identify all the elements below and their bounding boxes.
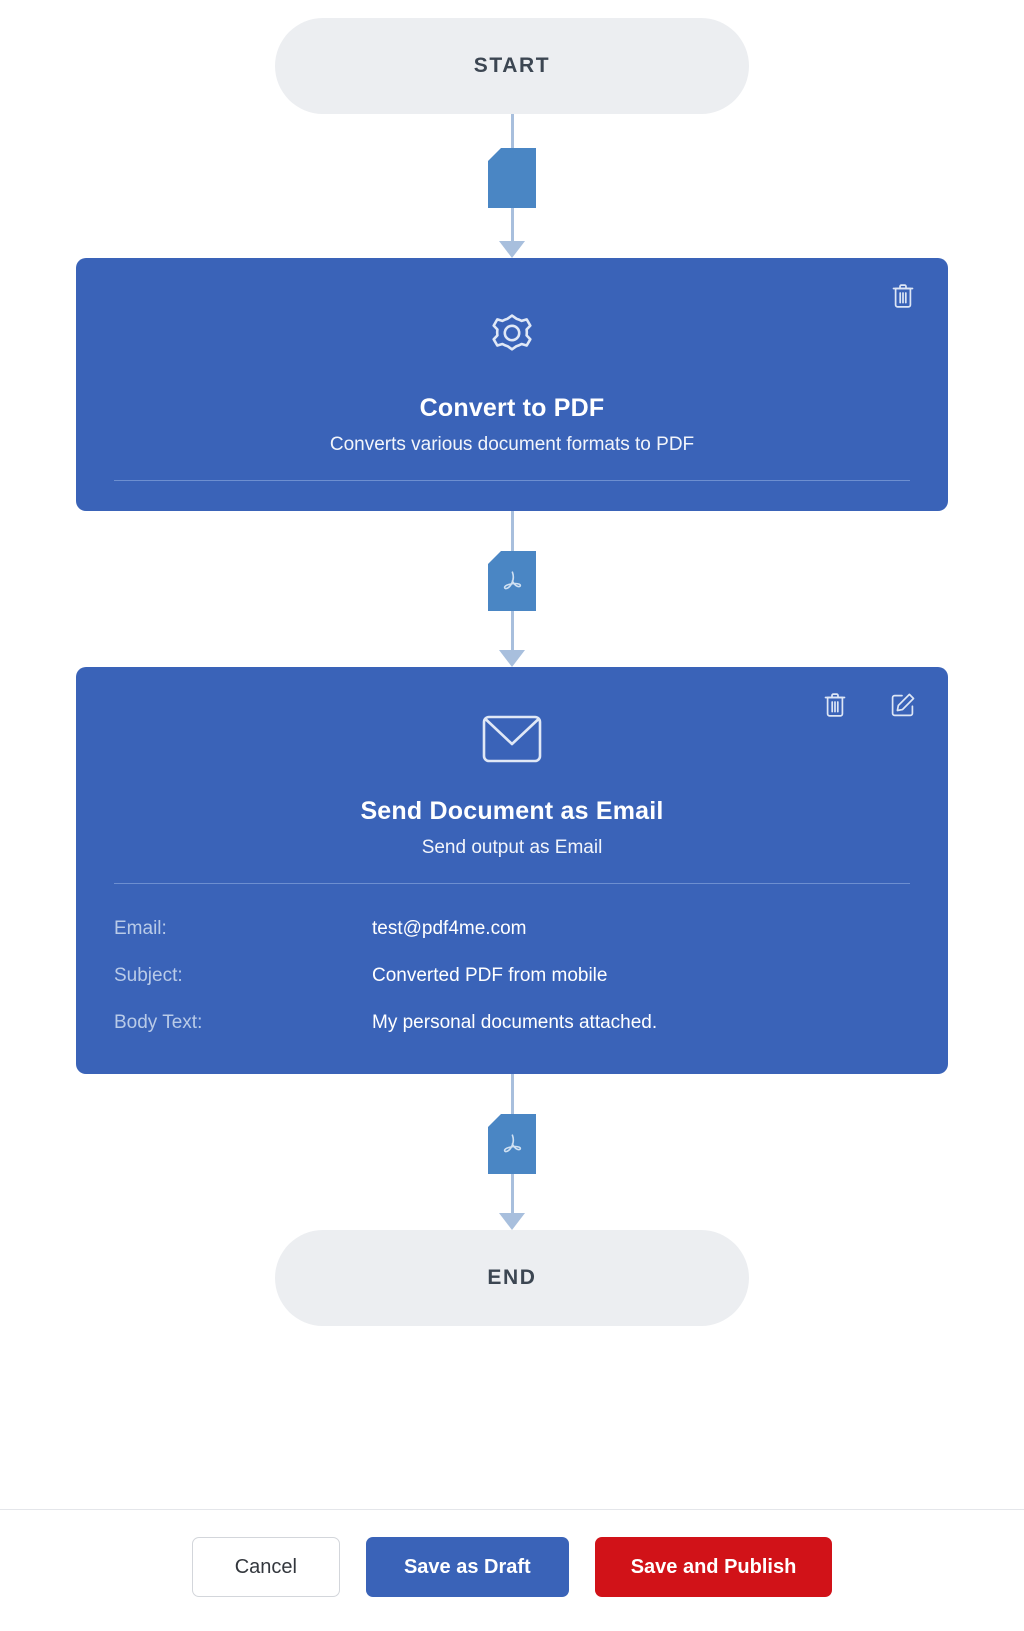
workflow-step-card-send-email[interactable]: Send Document as Email Send output as Em…: [76, 667, 948, 1074]
connector-arrowhead: [499, 650, 525, 667]
workflow-builder-page: START Convert to PDF Converts various do…: [0, 0, 1024, 1631]
step-subtitle: Converts various document formats to PDF: [329, 434, 695, 455]
connector-start-to-step1: [452, 114, 572, 258]
connector-line: [510, 1074, 514, 1116]
delete-icon[interactable]: [888, 280, 918, 312]
detail-value: My personal documents attached.: [372, 1012, 658, 1033]
detail-value: Converted PDF from mobile: [372, 965, 608, 986]
gear-icon: [483, 304, 541, 362]
connector-step1-to-step2: [452, 511, 572, 667]
card-divider: [114, 883, 910, 884]
connector-line: [510, 206, 514, 242]
connector-arrowhead: [499, 1213, 525, 1230]
detail-row-email: Email: test@pdf4me.com: [114, 918, 910, 940]
detail-row-body-text: Body Text: My personal documents attache…: [114, 1012, 910, 1034]
connector-line: [510, 609, 514, 651]
detail-label: Email:: [114, 918, 167, 939]
detail-value: test@pdf4me.com: [372, 918, 527, 939]
connector-line: [510, 511, 514, 553]
start-node[interactable]: START: [275, 18, 749, 114]
end-node[interactable]: END: [275, 1230, 749, 1326]
step-icon-wrap: [114, 713, 910, 765]
workflow-step-card-convert-to-pdf[interactable]: Convert to PDF Converts various document…: [76, 258, 948, 511]
step-title: Send Document as Email: [360, 797, 664, 825]
connector-line: [510, 114, 514, 150]
envelope-icon: [481, 713, 543, 765]
step-title: Convert to PDF: [419, 394, 605, 422]
step-subtitle: Send output as Email: [421, 837, 603, 858]
save-and-publish-button[interactable]: Save and Publish: [594, 1537, 833, 1597]
email-detail-list: Email: test@pdf4me.com Subject: Converte…: [114, 918, 910, 1044]
connector-arrowhead: [499, 241, 525, 258]
document-icon: [488, 148, 536, 208]
pdf-file-icon: [488, 551, 536, 611]
detail-label: Subject:: [114, 965, 183, 986]
connector-line: [510, 1172, 514, 1214]
connector-step2-to-end: [452, 1074, 572, 1230]
detail-label: Body Text:: [114, 1012, 203, 1033]
card-divider: [114, 480, 910, 481]
end-node-label: END: [487, 1266, 537, 1289]
detail-row-subject: Subject: Converted PDF from mobile: [114, 965, 910, 987]
save-as-draft-button[interactable]: Save as Draft: [365, 1537, 569, 1597]
workflow-flow-canvas: START Convert to PDF Converts various do…: [0, 0, 1024, 1509]
pdf-file-icon: [488, 1114, 536, 1174]
card-tools-email: [820, 689, 918, 721]
card-tools-convert: [888, 280, 918, 312]
step-icon-wrap: [114, 304, 910, 362]
start-node-label: START: [473, 54, 551, 77]
cancel-button[interactable]: Cancel: [191, 1537, 340, 1597]
edit-icon[interactable]: [888, 689, 918, 721]
delete-icon[interactable]: [820, 689, 850, 721]
footer-action-bar: Cancel Save as Draft Save and Publish: [0, 1509, 1024, 1631]
